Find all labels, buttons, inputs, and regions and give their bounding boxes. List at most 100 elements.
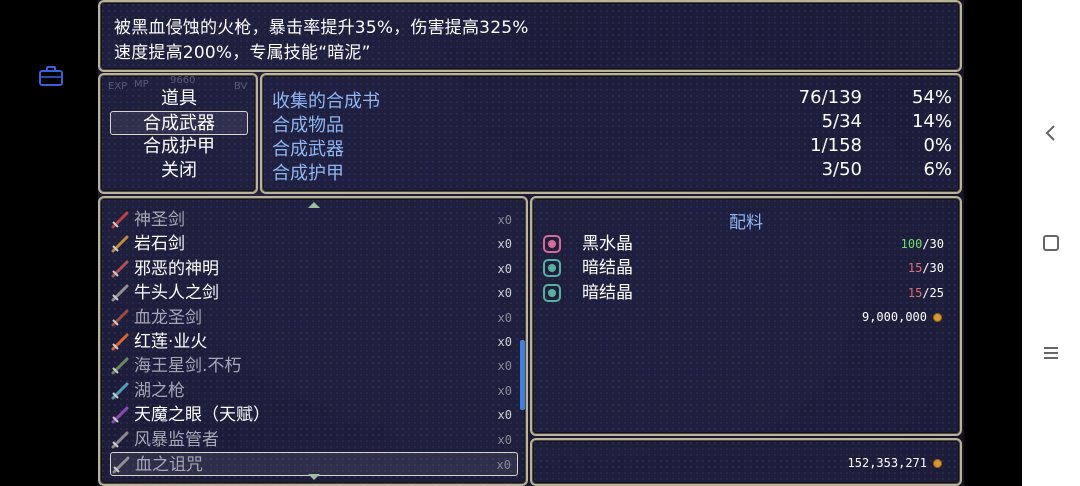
- weapon-list-item[interactable]: 海王星剑.不朽 x0: [110, 354, 518, 378]
- weapon-name: 神圣剑: [134, 210, 185, 230]
- weapon-list-item[interactable]: 湖之枪 x0: [110, 379, 518, 403]
- weapon-list-item[interactable]: 岩石剑 x0: [110, 232, 518, 256]
- briefcase-icon[interactable]: [39, 66, 63, 86]
- weapon-quantity: x0: [497, 213, 512, 227]
- collection-stats-window: 收集的合成书 76/139 54% 合成物品 5/34 14% 合成武器 1/1…: [260, 73, 962, 194]
- weapon-quantity: x0: [497, 359, 512, 374]
- ghost-value: 9660: [170, 75, 196, 86]
- scroll-down-arrow-icon[interactable]: [308, 474, 320, 480]
- material-name: 黑水晶: [582, 234, 633, 254]
- stat-row: 收集的合成书 76/139 54%: [272, 87, 952, 112]
- menu-icon[interactable]: [1036, 338, 1066, 368]
- blood-curse-icon: [112, 456, 130, 474]
- stat-row: 合成护甲 3/50 6%: [272, 159, 952, 184]
- weapon-name: 血之诅咒: [135, 455, 203, 475]
- weapon-list-item[interactable]: 红莲·业火 x0: [110, 330, 518, 354]
- stat-count: 76/139: [798, 87, 862, 108]
- material-have: 15: [907, 285, 923, 300]
- red-lotus-icon: [111, 333, 129, 351]
- help-line-1: 被黑血侵蚀的火枪，暴击率提升35%，伤害提高325%: [114, 18, 529, 38]
- stat-row: 合成物品 5/34 14%: [272, 111, 952, 136]
- stat-percent: 0%: [923, 135, 952, 156]
- command-craft-armor[interactable]: 合成护甲: [110, 135, 248, 159]
- holy-sword-icon: [111, 211, 129, 229]
- weapon-quantity: x0: [496, 458, 511, 472]
- weapon-name: 风暴监管者: [134, 429, 219, 450]
- material-name: 暗结晶: [582, 282, 633, 303]
- back-icon[interactable]: [1036, 118, 1066, 148]
- minotaur-sword-icon: [111, 284, 129, 302]
- command-window: EXP MP 9660 BV 道具 合成武器 合成护甲 关闭: [98, 73, 258, 194]
- help-window: 被黑血侵蚀的火枪，暴击率提升35%，伤害提高325% 速度提高200%，专属技能…: [98, 0, 962, 72]
- material-name: 暗结晶: [582, 258, 633, 279]
- material-need: /30: [922, 261, 944, 276]
- home-icon[interactable]: [1036, 228, 1066, 258]
- craft-cost-value: 9,000,000: [861, 310, 927, 324]
- material-quantity: 15/25: [908, 281, 944, 305]
- command-close[interactable]: 关闭: [110, 159, 248, 183]
- dark-crystal-icon: [543, 283, 561, 302]
- material-need: /25: [922, 285, 944, 300]
- evil-god-sword-icon: [111, 260, 129, 278]
- weapon-list-item[interactable]: 神圣剑 x0: [110, 208, 518, 232]
- weapon-list-item[interactable]: 邪恶的神明 x0: [110, 257, 518, 281]
- stat-name: 合成物品: [272, 115, 344, 136]
- command-items[interactable]: 道具: [110, 87, 248, 111]
- weapon-quantity: x0: [497, 408, 512, 423]
- gold-coin-icon: [933, 313, 942, 322]
- weapon-list-window: 神圣剑 x0 岩石剑 x0 邪恶的神明 x0 牛头人之剑 x0 血龙圣剑 x0 红莲·业火 x0 海王星…: [98, 196, 528, 486]
- stat-name: 合成武器: [272, 139, 344, 160]
- rock-sword-icon: [111, 235, 129, 253]
- material-quantity: 15/30: [908, 256, 944, 280]
- weapon-quantity: x0: [497, 261, 512, 276]
- weapon-name: 湖之枪: [134, 380, 185, 401]
- scroll-up-arrow-icon[interactable]: [308, 202, 320, 208]
- stat-name: 收集的合成书: [272, 91, 380, 112]
- help-line-2: 速度提高200%，专属技能“暗泥”: [114, 43, 371, 63]
- weapon-name: 红莲·业火: [134, 332, 208, 352]
- stat-percent: 54%: [911, 87, 952, 108]
- weapon-name: 血龙圣剑: [134, 307, 202, 328]
- dark-crystal-icon: [543, 259, 561, 278]
- weapon-quantity: x0: [497, 286, 512, 301]
- material-need: /30: [922, 237, 944, 251]
- material-row: 暗结晶 15/25: [542, 281, 952, 305]
- weapon-name: 牛头人之剑: [134, 283, 219, 304]
- list-scrollbar[interactable]: [520, 340, 525, 410]
- weapon-quantity: x0: [497, 310, 512, 325]
- game-screen: 被黑血侵蚀的火枪，暴击率提升35%，伤害提高325% 速度提高200%，专属技能…: [98, 0, 964, 486]
- material-row: 黑水晶 100/30: [542, 232, 952, 256]
- black-crystal-icon: [543, 235, 561, 253]
- blood-dragon-sword-icon: [111, 309, 129, 327]
- gold-coin-icon: [933, 459, 942, 468]
- weapon-list-item[interactable]: 血龙圣剑 x0: [110, 306, 518, 330]
- materials-window: 配料 黑水晶 100/30 暗结晶 15/30 暗结晶 15/25 9,000,000: [530, 196, 962, 436]
- weapon-quantity: x0: [497, 237, 512, 252]
- weapon-name: 海王星剑.不朽: [134, 356, 242, 377]
- command-craft-weapon[interactable]: 合成武器: [110, 111, 248, 135]
- weapon-quantity: x0: [497, 335, 512, 349]
- weapon-list-item[interactable]: 牛头人之剑 x0: [110, 281, 518, 305]
- stat-percent: 14%: [911, 111, 952, 132]
- stat-percent: 6%: [923, 159, 952, 180]
- weapon-quantity: x0: [497, 383, 512, 398]
- material-quantity: 100/30: [901, 232, 944, 256]
- gold-window: 152,353,271: [530, 438, 962, 486]
- stat-count: 5/34: [821, 111, 862, 132]
- storm-warden-icon: [111, 431, 129, 449]
- weapon-list-item[interactable]: 风暴监管者 x0: [110, 428, 518, 452]
- materials-title: 配料: [729, 213, 763, 233]
- weapon-list-item[interactable]: 天魔之眼（天赋） x0: [110, 403, 518, 427]
- stat-count: 3/50: [821, 159, 862, 180]
- gold-value: 152,353,271: [847, 456, 927, 470]
- weapon-name: 邪恶的神明: [134, 258, 219, 279]
- material-have: 15: [907, 261, 923, 276]
- system-nav-bar: [1022, 0, 1080, 486]
- material-row: 暗结晶 15/30: [542, 256, 952, 280]
- demon-eye-icon: [111, 406, 129, 424]
- gold-amount: 152,353,271: [848, 456, 942, 470]
- weapon-name: 天魔之眼（天赋）: [134, 405, 270, 426]
- weapon-list-item[interactable]: 血之诅咒 x0: [110, 452, 518, 476]
- stat-row: 合成武器 1/158 0%: [272, 135, 952, 160]
- stat-name: 合成护甲: [272, 163, 344, 184]
